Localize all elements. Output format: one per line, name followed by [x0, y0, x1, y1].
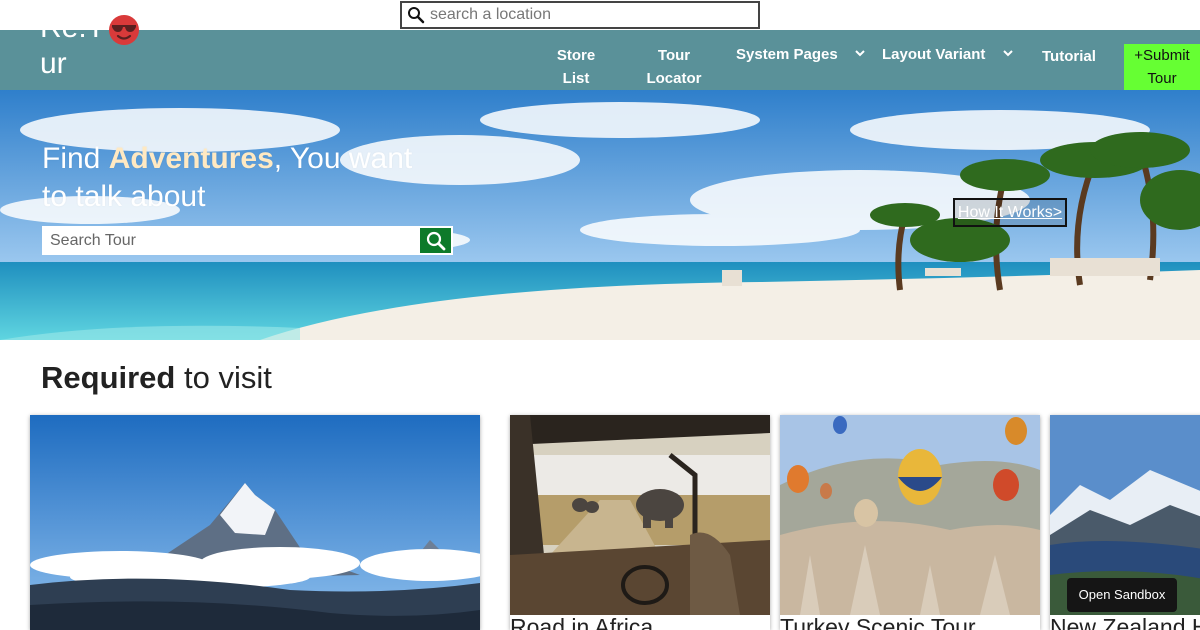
open-sandbox-button[interactable]: Open Sandbox: [1067, 578, 1177, 612]
search-icon: [404, 3, 428, 27]
nav-tutorial[interactable]: Tutorial: [1042, 45, 1096, 68]
tour-card-africa[interactable]: Road in Africa: [510, 415, 770, 630]
how-it-works-button[interactable]: How It Works>: [953, 198, 1067, 227]
nav-system-pages[interactable]: System Pages: [736, 43, 865, 66]
sunglasses-face-icon: [109, 15, 139, 45]
top-bar: [0, 0, 1200, 30]
section-title: Required to visit: [41, 360, 272, 396]
tour-search-button[interactable]: [420, 228, 451, 253]
card-caption: New Zealand H: [1050, 614, 1200, 630]
tour-search-input[interactable]: [44, 228, 420, 253]
nav-store-list-label: Store List: [556, 47, 596, 87]
submit-tour-label: +Submit Tour: [1134, 47, 1190, 87]
section-title-bold: Required: [41, 360, 176, 395]
nav-layout-variant-label: Layout Variant: [882, 46, 986, 63]
chevron-down-icon: [855, 50, 865, 57]
section-title-rest: to visit: [175, 360, 272, 395]
mountain-image: [30, 415, 480, 630]
location-search[interactable]: [400, 1, 760, 29]
hero-title-prefix: Find: [42, 142, 109, 175]
hero-banner: Find Adventures, You want to talk about …: [0, 90, 1200, 340]
nav-layout-variant[interactable]: Layout Variant: [882, 43, 1013, 66]
nav-tutorial-label: Tutorial: [1042, 48, 1096, 65]
search-icon: [426, 231, 445, 250]
hero-title-bold: Adventures: [108, 142, 274, 175]
submit-tour-button[interactable]: +Submit Tour: [1124, 44, 1200, 90]
logo-text-top: Re:T: [40, 11, 106, 44]
card-caption: Turkey Scenic Tour: [780, 614, 976, 630]
safari-image: [510, 415, 770, 615]
tour-card-mountain[interactable]: [30, 415, 480, 630]
logo-text-bottom: ur: [40, 47, 67, 80]
location-search-input[interactable]: [428, 6, 748, 24]
hero-title: Find Adventures, You want to talk about: [42, 140, 422, 216]
tour-search[interactable]: [42, 226, 453, 255]
card-caption: Road in Africa: [510, 614, 654, 630]
navbar: Store List Tour Locator System Pages Lay…: [0, 30, 1200, 90]
nav-store-list[interactable]: Store List: [548, 44, 604, 90]
nav-tour-locator-label: Tour Locator: [646, 47, 702, 87]
chevron-down-icon: [1003, 50, 1013, 57]
logo[interactable]: Re:T ur: [40, 10, 160, 90]
balloons-image: [780, 415, 1040, 615]
tour-card-turkey[interactable]: Turkey Scenic Tour: [780, 415, 1040, 630]
nav-system-pages-label: System Pages: [736, 46, 838, 63]
nav-tour-locator[interactable]: Tour Locator: [642, 44, 706, 90]
